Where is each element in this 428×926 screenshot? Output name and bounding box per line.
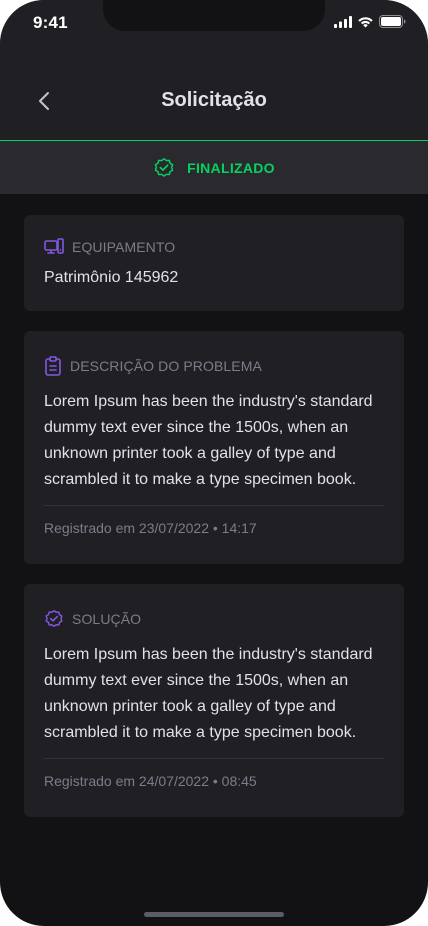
equipment-value: Patrimônio 145962 [44,269,179,286]
solution-card: SOLUÇÃO Lorem Ipsum has been the industr… [24,584,404,817]
check-badge-icon [45,609,63,628]
card-header: DESCRIÇÃO DO PROBLEMA [44,356,384,376]
problem-description: Lorem Ipsum has been the industry's stan… [44,393,373,488]
card-header: SOLUÇÃO [44,609,384,629]
header: 9:41 Solicitação [0,0,428,140]
problem-card: DESCRIÇÃO DO PROBLEMA Lorem Ipsum has be… [24,331,404,564]
page-title: Solicitação [161,89,267,111]
card-header: EQUIPAMENTO [44,237,384,257]
problem-label: DESCRIÇÃO DO PROBLEMA [70,358,262,374]
divider [44,505,384,506]
cellular-signal-icon [334,15,352,28]
home-indicator[interactable] [144,912,284,917]
solution-description: Lorem Ipsum has been the industry's stan… [44,646,373,741]
status-bar-icons [334,15,406,28]
clipboard-icon [45,356,61,376]
status-banner: FINALIZADO [0,140,428,194]
status-bar-time: 9:41 [33,13,68,32]
status-label: FINALIZADO [187,159,275,176]
device-notch [103,0,325,31]
wifi-icon [358,16,373,27]
problem-timestamp: Registrado em 23/07/2022 • 14:17 [44,520,257,536]
phone-screen: 9:41 Solicitação FINALIZADO EQUIPAMENTO … [0,0,428,926]
equipment-label: EQUIPAMENTO [72,239,176,255]
solution-timestamp: Registrado em 24/07/2022 • 08:45 [44,773,257,789]
devices-icon [44,238,64,254]
equipment-card: EQUIPAMENTO Patrimônio 145962 [24,215,404,311]
divider [44,758,384,759]
battery-icon [379,15,406,28]
check-badge-icon [154,157,174,177]
solution-label: SOLUÇÃO [72,611,142,627]
